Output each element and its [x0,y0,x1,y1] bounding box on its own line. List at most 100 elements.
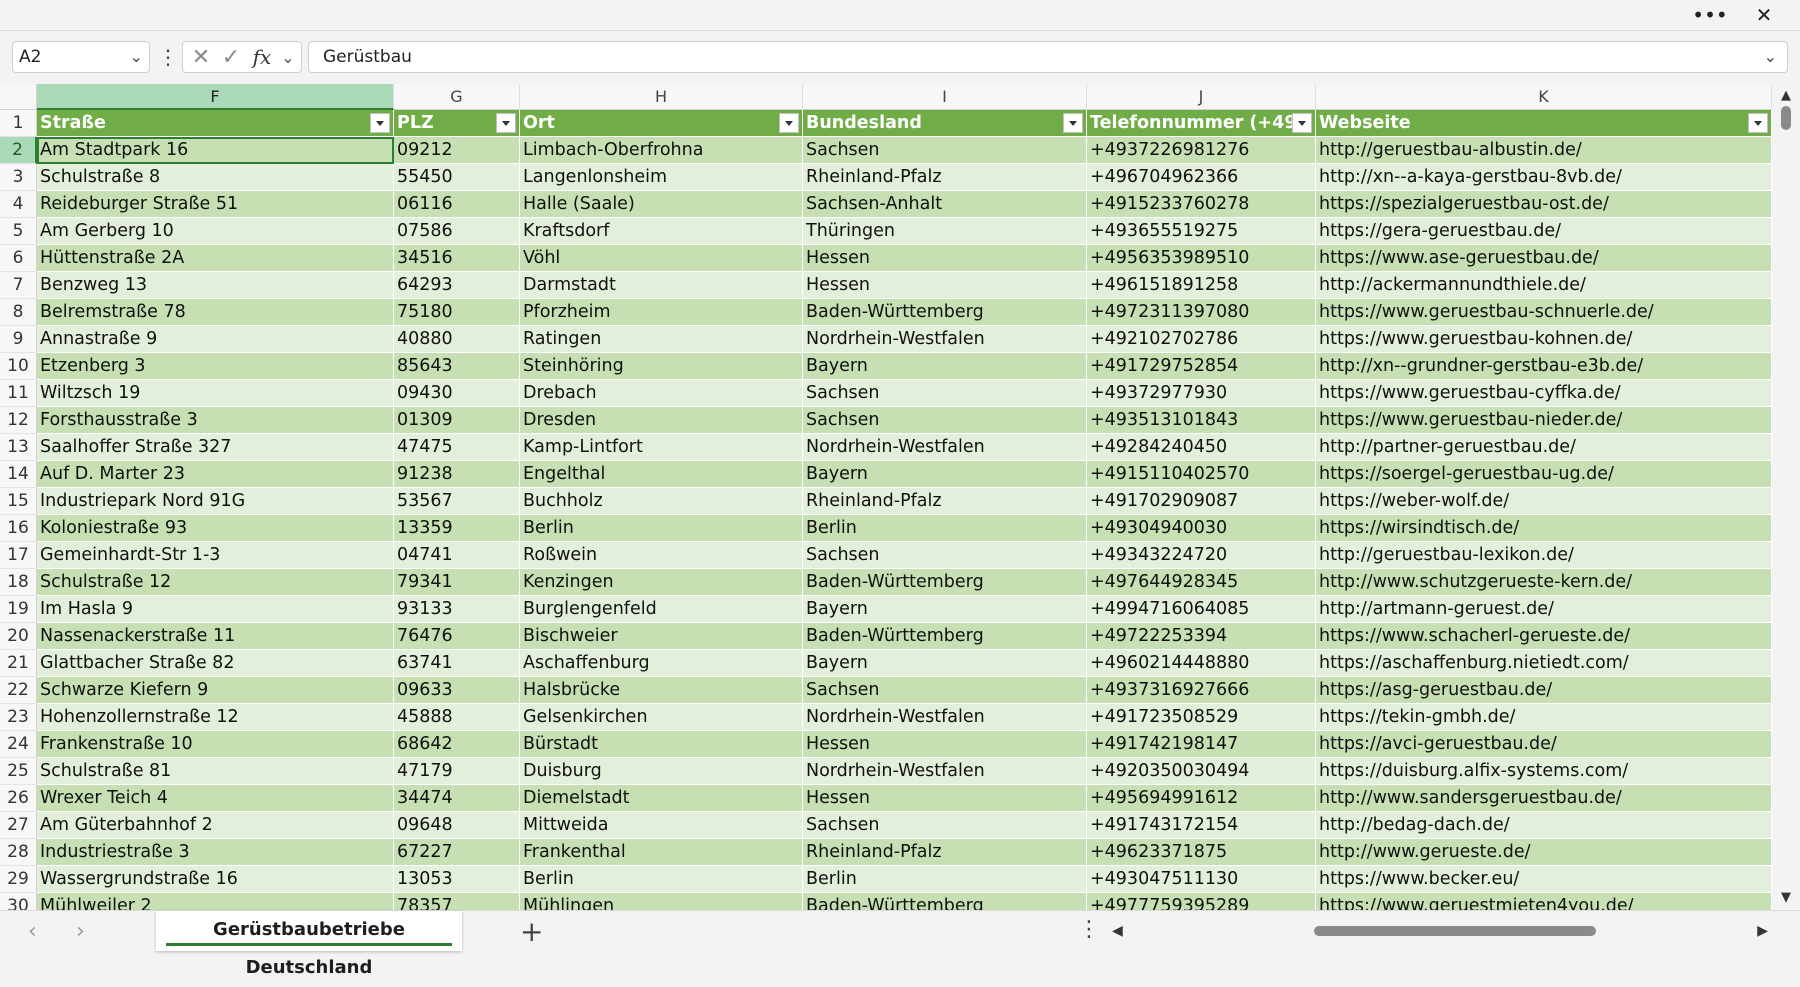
row-header[interactable]: 23 [0,704,37,731]
table-cell[interactable]: Hessen [803,272,1087,299]
table-cell[interactable]: Berlin [803,866,1087,893]
table-cell[interactable]: Forsthausstraße 3 [37,407,394,434]
table-cell[interactable]: https://soergel-geruestbau-ug.de/ [1316,461,1772,488]
table-cell[interactable]: 13359 [394,515,520,542]
formula-input[interactable]: Gerüstbau ⌄ [308,41,1788,73]
table-cell[interactable]: Thüringen [803,218,1087,245]
table-cell[interactable]: http://www.gerueste.de/ [1316,839,1772,866]
filter-dropdown-icon[interactable] [1292,113,1312,133]
more-options-button[interactable]: ••• [1690,3,1730,27]
table-cell[interactable]: http://geruestbau-lexikon.de/ [1316,542,1772,569]
table-cell[interactable]: 09633 [394,677,520,704]
spreadsheet-grid[interactable]: FGHIJK 1 Straße PLZ Ort Bundesland Telefonnum… [0,84,1772,910]
table-cell[interactable]: Sachsen [803,677,1087,704]
table-cell[interactable]: +492102702786 [1087,326,1316,353]
column-title-cell[interactable]: Ort [520,110,803,137]
table-cell[interactable]: https://www.geruestbau-schnuerle.de/ [1316,299,1772,326]
row-header[interactable]: 30 [0,893,37,910]
table-cell[interactable]: Schulstraße 8 [37,164,394,191]
table-cell[interactable]: Rheinland-Pfalz [803,164,1087,191]
filter-dropdown-icon[interactable] [779,113,799,133]
table-cell[interactable]: Sachsen [803,542,1087,569]
horizontal-scrollbar[interactable]: ◀ ▶ [1110,917,1770,945]
table-cell[interactable]: https://duisburg.alfix-systems.com/ [1316,758,1772,785]
table-cell[interactable]: Nordrhein-Westfalen [803,704,1087,731]
column-header-j[interactable]: J [1087,84,1316,110]
row-header[interactable]: 27 [0,812,37,839]
expand-formula-icon[interactable]: ⌄ [1764,42,1777,72]
table-cell[interactable]: +49372977930 [1087,380,1316,407]
table-cell[interactable]: Im Hasla 9 [37,596,394,623]
table-cell[interactable]: 93133 [394,596,520,623]
table-cell[interactable]: Koloniestraße 93 [37,515,394,542]
column-header-f[interactable]: F [37,84,394,110]
table-cell[interactable]: Bayern [803,650,1087,677]
table-cell[interactable]: https://asg-geruestbau.de/ [1316,677,1772,704]
table-cell[interactable]: https://www.geruestbau-nieder.de/ [1316,407,1772,434]
table-cell[interactable]: Drebach [520,380,803,407]
table-cell[interactable]: http://www.sandersgeruestbau.de/ [1316,785,1772,812]
table-cell[interactable]: Glattbacher Straße 82 [37,650,394,677]
table-cell[interactable]: Am Gerberg 10 [37,218,394,245]
table-cell[interactable]: 63741 [394,650,520,677]
table-cell[interactable]: Sachsen [803,137,1087,164]
row-header[interactable]: 9 [0,326,37,353]
table-cell[interactable]: 09430 [394,380,520,407]
scrollbar-thumb[interactable] [1781,106,1791,130]
table-cell[interactable]: Schulstraße 81 [37,758,394,785]
row-header[interactable]: 7 [0,272,37,299]
prev-sheet-icon[interactable]: ‹ [28,919,37,944]
table-cell[interactable]: +496704962366 [1087,164,1316,191]
row-header[interactable]: 5 [0,218,37,245]
table-cell[interactable]: Halle (Saale) [520,191,803,218]
table-cell[interactable]: +493513101843 [1087,407,1316,434]
table-cell[interactable]: Saalhoffer Straße 327 [37,434,394,461]
table-cell[interactable]: Baden-Württemberg [803,299,1087,326]
table-cell[interactable]: http://partner-geruestbau.de/ [1316,434,1772,461]
table-cell[interactable]: Hessen [803,731,1087,758]
row-header[interactable]: 19 [0,596,37,623]
table-cell[interactable]: Etzenberg 3 [37,353,394,380]
scroll-left-icon[interactable]: ◀ [1112,917,1123,945]
cancel-icon[interactable]: ✕ [187,42,215,72]
table-cell[interactable]: Vöhl [520,245,803,272]
table-cell[interactable]: Reideburger Straße 51 [37,191,394,218]
table-cell[interactable]: Gelsenkirchen [520,704,803,731]
table-cell[interactable]: 91238 [394,461,520,488]
table-cell[interactable]: Am Stadtpark 16 [37,137,394,164]
table-cell[interactable]: Hessen [803,785,1087,812]
table-cell[interactable]: +491729752854 [1087,353,1316,380]
table-cell[interactable]: Am Güterbahnhof 2 [37,812,394,839]
table-cell[interactable]: http://www.schutzgerueste-kern.de/ [1316,569,1772,596]
row-header[interactable]: 3 [0,164,37,191]
scrollbar-thumb[interactable] [1314,926,1596,936]
chevron-down-icon[interactable]: ⌄ [130,42,143,72]
table-cell[interactable]: https://www.schacherl-gerueste.de/ [1316,623,1772,650]
table-cell[interactable]: 07586 [394,218,520,245]
table-cell[interactable]: Engelthal [520,461,803,488]
table-cell[interactable]: Sachsen-Anhalt [803,191,1087,218]
table-cell[interactable]: 47179 [394,758,520,785]
table-cell[interactable]: Nordrhein-Westfalen [803,758,1087,785]
table-cell[interactable]: http://bedag-dach.de/ [1316,812,1772,839]
table-cell[interactable]: Darmstadt [520,272,803,299]
column-title-cell[interactable]: Bundesland [803,110,1087,137]
table-cell[interactable]: Nordrhein-Westfalen [803,434,1087,461]
filter-dropdown-icon[interactable] [1748,113,1768,133]
table-cell[interactable]: 47475 [394,434,520,461]
row-header[interactable]: 8 [0,299,37,326]
filter-dropdown-icon[interactable] [370,113,390,133]
row-header[interactable]: 28 [0,839,37,866]
table-cell[interactable]: +4915110402570 [1087,461,1316,488]
table-cell[interactable]: Berlin [803,515,1087,542]
table-cell[interactable]: Bayern [803,461,1087,488]
table-cell[interactable]: Industriestraße 3 [37,839,394,866]
table-cell[interactable]: Limbach-Oberfrohna [520,137,803,164]
table-cell[interactable]: +4972311397080 [1087,299,1316,326]
table-cell[interactable]: https://www.becker.eu/ [1316,866,1772,893]
table-cell[interactable]: Pforzheim [520,299,803,326]
table-cell[interactable]: Steinhöring [520,353,803,380]
row-header[interactable]: 14 [0,461,37,488]
table-cell[interactable]: +49304940030 [1087,515,1316,542]
column-title-cell[interactable]: PLZ [394,110,520,137]
